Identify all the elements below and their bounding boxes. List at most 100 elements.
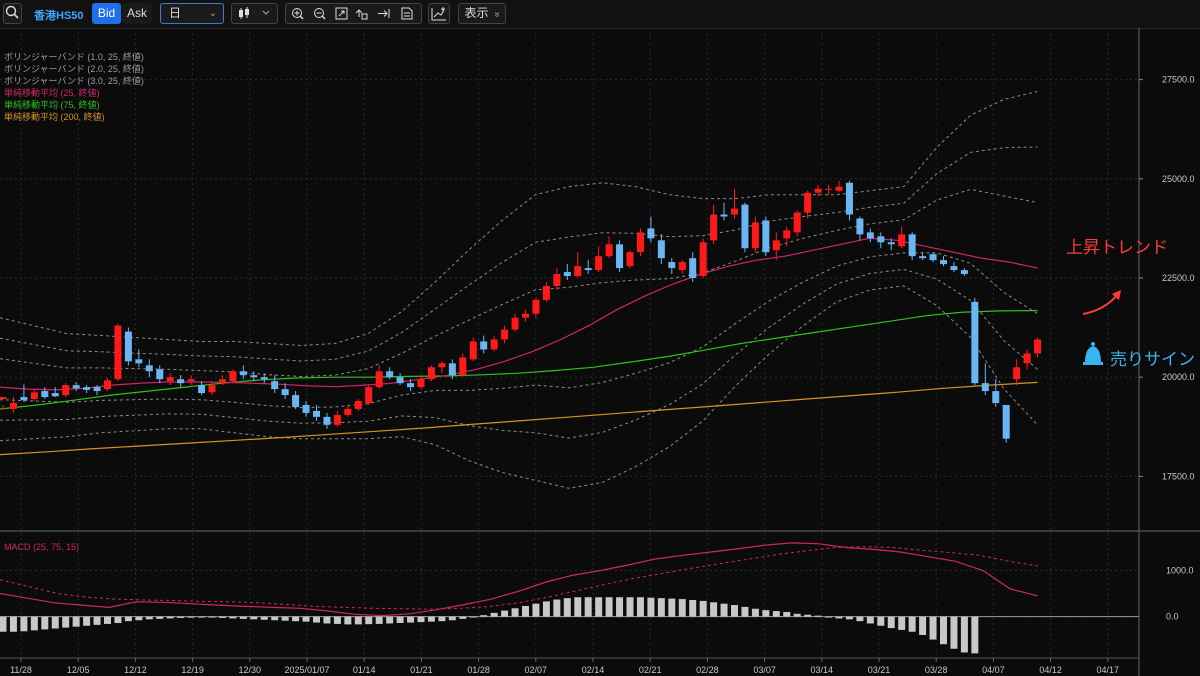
x-tick-label: 04/17 [1097,665,1120,675]
macd-histogram-bar [156,616,164,619]
x-tick-label: 02/07 [525,665,548,675]
candle-body [198,385,206,394]
indicator-legend: ボリンジャーバンド (1.0, 25, 終値) ボリンジャーバンド (2.0, … [4,51,144,123]
macd-histogram-bar [480,615,488,617]
macd-histogram-bar [313,616,320,623]
candle-body [396,377,404,384]
macd-histogram-bar [187,616,195,618]
bell-icon [1083,342,1103,365]
macd-histogram-bar [166,616,174,619]
sma-75-line [0,309,1038,410]
macd-histogram-bar [866,616,874,624]
sma-25-line [0,237,1038,391]
x-tick-label: 02/14 [582,665,605,675]
candle-body [20,397,28,401]
macd-histogram-bar [887,616,895,629]
candle-body [313,410,320,417]
legend-sma-75[interactable]: 単純移動平均 (75, 終値) [4,99,144,111]
candle-body [710,214,718,241]
x-tick-label: 01/14 [353,665,376,675]
macd-histogram-bar [354,616,362,625]
search-button[interactable] [3,3,22,24]
price-chart[interactable]: 27500.0 25000.0 22500.0 20000.0 17500.0 1000.… [0,28,1200,676]
candle-body [490,339,498,350]
zoom-out-icon[interactable] [314,8,326,20]
candle-body [469,341,477,360]
timeframe-select[interactable]: 日 ⌄ [160,3,224,24]
macd-histogram-bar [239,616,247,619]
x-tick-label: 01/21 [410,665,433,675]
candle-body [156,369,164,380]
macd-histogram-bar [417,616,425,623]
x-tick-label: 04/12 [1039,665,1062,675]
symbol-label[interactable]: 香港HS50 [34,7,84,23]
display-menu-label: 表示 [464,6,489,20]
candle-body [804,192,812,213]
candle-body [427,367,435,380]
display-menu-button[interactable]: 表示 » [458,3,506,24]
macd-histogram-bar [323,616,331,624]
candle-body [605,244,613,257]
scroll-end-icon[interactable] [378,9,390,18]
x-tick-label: 03/07 [753,665,776,675]
sell-signal-annotation: 売りサイン [1110,350,1195,370]
bid-button[interactable]: Bid [92,3,121,24]
macd-histogram-bar [532,603,540,617]
candle-body [1023,353,1031,364]
candle-body [636,232,644,253]
legend-sma-200[interactable]: 単純移動平均 (200, 終値) [4,111,144,123]
trend-arrow-icon [1082,293,1119,315]
legend-sma-25[interactable]: 単純移動平均 (25, 終値) [4,87,144,99]
chart-type-select[interactable] [231,3,278,24]
candle-body [104,380,111,390]
macd-histogram-bar [302,616,310,622]
candle-body [271,381,279,390]
macd-histogram-bar [772,611,780,617]
macd-histogram-bar [292,616,300,622]
candle-body [302,404,310,413]
ask-button[interactable]: Ask [122,3,152,24]
legend-bb-3[interactable]: ボリンジャーバンド (3.0, 25, 終値) [4,75,144,87]
candle-body [145,365,153,372]
macd-histogram-bar [971,616,979,654]
lock-icon[interactable] [355,9,368,20]
fit-screen-icon[interactable] [335,7,348,20]
candle-body [114,325,122,380]
y-tick-label: 22500.0 [1162,273,1195,283]
macd-histogram-bar [960,616,968,653]
document-icon[interactable] [401,7,413,20]
macd-histogram-bar [584,597,592,617]
macd-histogram-bar [741,606,749,617]
candle-body [83,387,91,390]
y-tick-label: 20000.0 [1162,372,1195,382]
x-tick-label: 11/28 [10,665,32,675]
candle-body [386,371,394,378]
x-tick-label: 2025/01/07 [284,665,329,675]
macd-histogram-bar [271,616,279,621]
macd-histogram-bar [657,598,665,617]
chevron-down-icon: ⌄ [208,8,217,19]
indicator-button[interactable] [428,3,450,24]
candlesticks [0,180,1042,443]
macd-histogram-bar [574,597,582,617]
candle-body [751,222,759,249]
macd-histogram-bar [72,616,80,627]
macd-histogram-bar [459,616,467,619]
candle-body [929,254,937,261]
zoom-in-icon[interactable] [292,8,304,20]
macd-histogram-bar [490,612,498,617]
candle-body [919,256,927,259]
macd-legend[interactable]: MACD (25, 75, 15) [4,541,79,553]
candle-body [62,385,70,396]
candle-body [856,218,864,235]
legend-bb-1[interactable]: ボリンジャーバンド (1.0, 25, 終値) [4,51,144,63]
macd-histogram-bar [511,608,519,617]
x-tick-label: 12/12 [124,665,147,675]
macd-histogram-bar [908,616,916,632]
candle-body [992,391,1000,403]
macd-histogram-bar [396,616,404,624]
candle-body [657,240,665,259]
legend-bb-2[interactable]: ボリンジャーバンド (2.0, 25, 終値) [4,63,144,75]
candle-body [793,212,801,233]
macd-histogram-bar [783,611,791,617]
